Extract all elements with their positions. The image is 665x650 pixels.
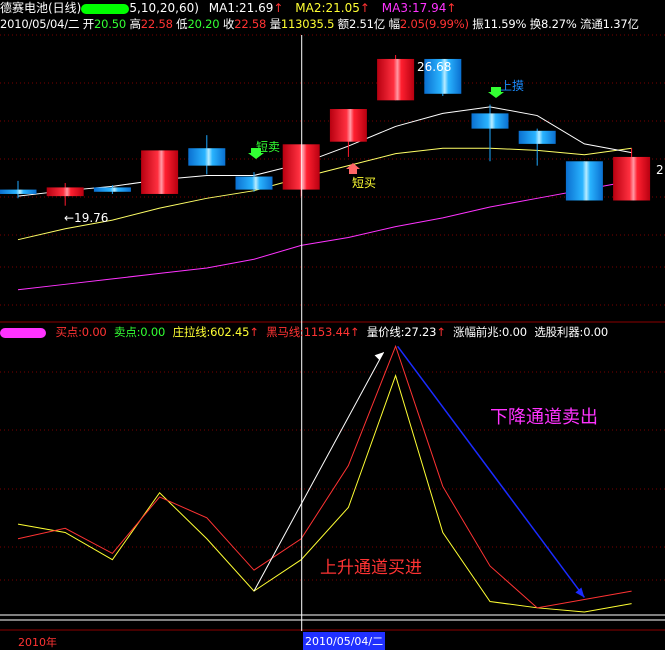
indicator-lines: [0, 344, 665, 621]
high-label: 高: [129, 17, 141, 31]
volume-value: 113035.5: [280, 17, 335, 31]
zhangfu-value: 涨幅前兆:0.00: [453, 325, 527, 339]
candle-body: [0, 189, 37, 194]
candlesticks: [0, 55, 651, 206]
high-value: 22.58: [140, 17, 173, 31]
candle-body: [188, 148, 226, 166]
short-buy-label: 短买: [352, 176, 377, 190]
amount-label: 额: [337, 17, 350, 31]
down-channel-arrowhead-icon: [575, 587, 585, 598]
price-header: 德赛电池(日线) 5,10,20,60) MA1:21.69↑ MA2:21.05…: [0, 0, 456, 16]
liangjia-arrow: ↑: [436, 325, 446, 339]
quote-date: 2010/05/04/二: [0, 17, 80, 31]
candle-body: [613, 156, 651, 201]
indicator-header: 买点:0.00 卖点:0.00 庄拉线:602.45↑ 黑马线:1153.44↑…: [0, 324, 608, 340]
up-channel-label: 上升通道买进: [320, 558, 422, 578]
sell-point-value: 卖点:0.00: [114, 325, 166, 339]
candle-body: [93, 187, 131, 192]
candle-body: [377, 58, 415, 101]
ma1-arrow: ↑: [273, 1, 284, 15]
float-value: 1.37亿: [602, 17, 639, 31]
low-price-label: ←19.76: [64, 211, 109, 225]
ma2-arrow: ↑: [359, 1, 370, 15]
amplitude-value: 11.59%: [483, 17, 527, 31]
zhuang-line-value: 庄拉线:602.45: [172, 325, 250, 339]
low-value: 20.20: [187, 17, 220, 31]
open-label: 开: [82, 17, 95, 31]
liangjia-line-value: 量价线:27.23: [366, 325, 437, 339]
ma3-value: MA3:17.94: [381, 1, 447, 15]
amount-value: 2.51亿: [348, 17, 386, 31]
year-axis-label: 2010年: [18, 636, 57, 649]
cursor-date-tag: 2010/05/04/二: [303, 632, 386, 650]
candle-body: [46, 187, 84, 197]
candle-body: [329, 109, 367, 142]
stock-name: 德赛电池(日线): [0, 1, 82, 15]
high-price-label: 26.68: [417, 60, 452, 74]
turnover-value: 8.27%: [541, 17, 577, 31]
redacted-indicator-name: [0, 327, 46, 338]
short-buy-arrow-icon: [346, 163, 360, 174]
heima-arrow: ↑: [349, 325, 360, 339]
close-label: 收: [222, 17, 235, 31]
short-sell-label: 短卖: [256, 140, 281, 154]
candle-body: [235, 176, 273, 190]
open-value: 20.50: [94, 17, 126, 31]
right-edge-label: 2: [656, 163, 664, 177]
candle-body: [565, 161, 603, 201]
ma1-line: [17, 106, 632, 197]
heima-line-value: 黑马线:1153.44: [266, 325, 350, 339]
ma-params: 5,10,20,60): [129, 1, 199, 15]
xuangu-value: 选股利器:0.00: [534, 325, 609, 339]
ma2-line: [17, 147, 632, 241]
amplitude-label: 振: [472, 17, 484, 31]
turnover-label: 换: [529, 17, 542, 31]
candle-body: [471, 113, 509, 129]
up-channel-arrowhead-icon: [374, 352, 384, 361]
down-channel-arrow: [396, 345, 586, 598]
down-channel-label: 下降通道卖出: [490, 407, 598, 428]
buy-point-value: 买点:0.00: [55, 325, 107, 339]
close-value: 22.58: [234, 17, 267, 31]
volume-label: 量: [269, 17, 282, 31]
change-value: 2.05(9.99%): [399, 17, 469, 31]
redacted-mark: [81, 3, 130, 14]
float-label: 流通: [580, 17, 603, 31]
zhuang-arrow: ↑: [249, 325, 259, 339]
candle-body: [141, 150, 179, 194]
ma1-value: MA1:21.69: [208, 1, 274, 15]
ma3-arrow: ↑: [446, 1, 457, 15]
candle-body: [518, 130, 556, 144]
top-escape-label: 上摸: [500, 79, 525, 93]
ma2-value: MA2:21.05: [295, 1, 360, 15]
change-label: 幅: [388, 17, 401, 31]
quote-header: 2010/05/04/二 开20.50 高22.58 低20.20 收22.58…: [0, 16, 639, 32]
low-label: 低: [176, 17, 188, 31]
